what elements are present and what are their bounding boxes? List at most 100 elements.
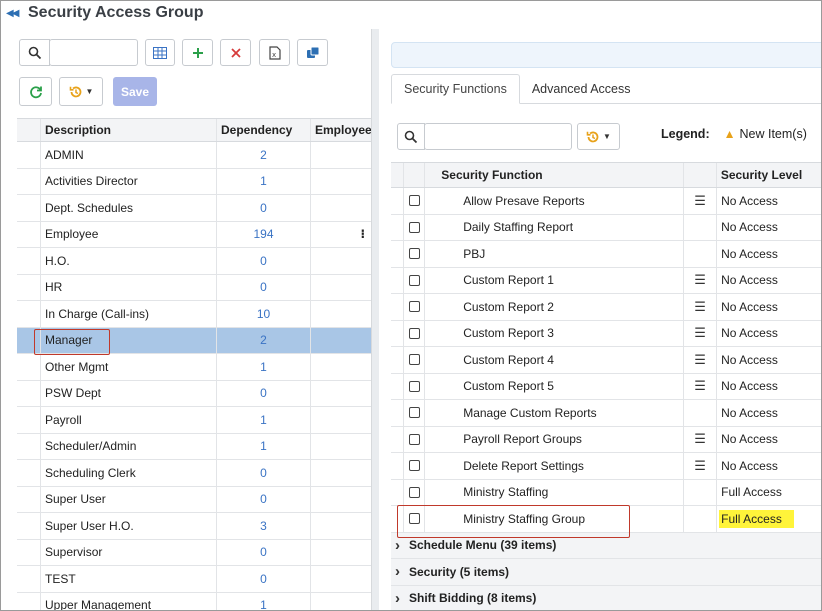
row-checkbox[interactable] (404, 294, 426, 320)
table-row[interactable]: Activities Director 1 (17, 168, 371, 195)
cell-dependency[interactable]: 0 (217, 195, 311, 221)
table-row[interactable]: Super User H.O. 3 (17, 513, 371, 540)
grid-view-button[interactable] (145, 39, 175, 66)
history-dropdown[interactable]: ▼ (59, 77, 103, 106)
cell-dependency[interactable]: 3 (217, 513, 311, 539)
table-row[interactable]: Allow Presave Reports ☰ No Access (391, 188, 821, 215)
cell-dependency[interactable]: 0 (217, 248, 311, 274)
table-row[interactable]: Supervisor 0 (17, 539, 371, 566)
row-selector[interactable] (17, 433, 41, 459)
cell-dependency[interactable]: 0 (217, 539, 311, 565)
table-row[interactable]: Payroll 1 (17, 407, 371, 434)
row-selector[interactable] (17, 354, 41, 380)
table-row[interactable]: Ministry Staffing Full Access (391, 479, 821, 506)
table-row[interactable]: Custom Report 3 ☰ No Access (391, 320, 821, 347)
row-checkbox[interactable] (404, 400, 426, 426)
table-row[interactable]: PBJ No Access (391, 241, 821, 268)
cell-security-level[interactable]: No Access (717, 188, 821, 214)
list-icon[interactable]: ☰ (684, 453, 718, 479)
checkbox[interactable] (408, 195, 420, 207)
checkbox[interactable] (408, 274, 420, 286)
list-icon[interactable]: ☰ (684, 373, 718, 399)
row-selector[interactable] (17, 592, 41, 610)
checkbox[interactable] (408, 407, 420, 419)
checkbox[interactable] (408, 380, 420, 392)
row-checkbox[interactable] (404, 241, 426, 267)
cell-dependency[interactable]: 1 (217, 592, 311, 610)
cell-security-level[interactable]: No Access (717, 400, 821, 426)
table-row[interactable]: Dept. Schedules 0 (17, 195, 371, 222)
row-selector[interactable] (17, 168, 41, 194)
row-selector[interactable] (17, 301, 41, 327)
table-row[interactable]: Custom Report 2 ☰ No Access (391, 294, 821, 321)
cell-dependency[interactable]: 0 (217, 274, 311, 300)
column-header-dependency[interactable]: Dependency (217, 119, 311, 141)
delete-button[interactable] (220, 39, 251, 66)
group-row[interactable]: › Security (5 items) (391, 559, 821, 586)
row-selector[interactable] (17, 380, 41, 406)
function-history-dropdown[interactable]: ▼ (577, 123, 620, 150)
checkbox[interactable] (408, 460, 420, 472)
row-checkbox[interactable] (404, 479, 426, 505)
cell-dependency[interactable]: 1 (217, 354, 311, 380)
cell-dependency[interactable]: 1 (217, 433, 311, 459)
cell-dependency[interactable]: 1 (217, 407, 311, 433)
checkbox[interactable] (408, 248, 420, 260)
row-selector[interactable] (17, 539, 41, 565)
table-row[interactable]: Payroll Report Groups ☰ No Access (391, 426, 821, 453)
table-row[interactable]: In Charge (Call-ins) 10 (17, 301, 371, 328)
cell-security-level[interactable]: Full Access (717, 506, 821, 532)
row-checkbox[interactable] (404, 453, 426, 479)
cell-security-level[interactable]: No Access (717, 241, 821, 267)
checkbox[interactable] (408, 433, 420, 445)
list-icon[interactable]: ☰ (684, 188, 718, 214)
people-icon[interactable]: ⁝ (360, 227, 365, 241)
row-checkbox[interactable] (404, 347, 426, 373)
chevron-right-icon[interactable]: › (395, 537, 409, 554)
table-row[interactable]: Custom Report 5 ☰ No Access (391, 373, 821, 400)
column-header-description[interactable]: Description (41, 119, 217, 141)
list-icon[interactable]: ☰ (684, 320, 718, 346)
table-row[interactable]: Delete Report Settings ☰ No Access (391, 453, 821, 480)
cell-security-level[interactable]: No Access (717, 347, 821, 373)
cell-security-level[interactable]: No Access (717, 374, 821, 400)
cell-dependency[interactable]: 10 (217, 301, 311, 327)
row-checkbox[interactable] (404, 373, 426, 399)
cell-security-level[interactable]: No Access (717, 427, 821, 453)
table-row[interactable]: Upper Management 1 (17, 592, 371, 610)
cell-dependency[interactable]: 0 (217, 566, 311, 592)
list-icon[interactable]: ☰ (684, 267, 718, 293)
row-checkbox[interactable] (404, 426, 426, 452)
chevron-right-icon[interactable]: › (395, 563, 409, 580)
row-selector[interactable] (17, 142, 41, 168)
cell-security-level[interactable]: No Access (717, 294, 821, 320)
table-row[interactable]: Custom Report 4 ☰ No Access (391, 347, 821, 374)
function-search-input[interactable] (424, 123, 572, 150)
column-header-security-function[interactable]: Security Function (425, 163, 684, 187)
refresh-button[interactable] (19, 77, 52, 106)
table-row[interactable]: H.O. 0 (17, 248, 371, 275)
row-checkbox[interactable] (404, 214, 426, 240)
row-checkbox[interactable] (404, 320, 426, 346)
save-button[interactable]: Save (113, 77, 157, 106)
table-row[interactable]: Scheduling Clerk 0 (17, 460, 371, 487)
table-row[interactable]: HR 0 (17, 274, 371, 301)
cell-dependency[interactable]: 2 (217, 327, 311, 353)
cell-dependency[interactable]: 2 (217, 142, 311, 168)
row-selector[interactable] (17, 274, 41, 300)
group-row[interactable]: › Shift Bidding (8 items) (391, 585, 821, 610)
search-button[interactable] (19, 39, 50, 66)
search-input[interactable] (49, 39, 138, 66)
row-selector[interactable] (17, 407, 41, 433)
collapse-left-icon[interactable]: ◀◀ (6, 8, 22, 19)
copy-button[interactable] (297, 39, 328, 66)
table-row[interactable]: Daily Staffing Report No Access (391, 214, 821, 241)
cell-security-level[interactable]: No Access (717, 321, 821, 347)
checkbox[interactable] (408, 221, 420, 233)
table-row[interactable]: ADMIN 2 (17, 142, 371, 169)
row-selector[interactable] (17, 460, 41, 486)
table-row[interactable]: PSW Dept 0 (17, 380, 371, 407)
checkbox[interactable] (408, 301, 420, 313)
checkbox[interactable] (408, 354, 420, 366)
cell-security-level[interactable]: Full Access (717, 480, 821, 506)
